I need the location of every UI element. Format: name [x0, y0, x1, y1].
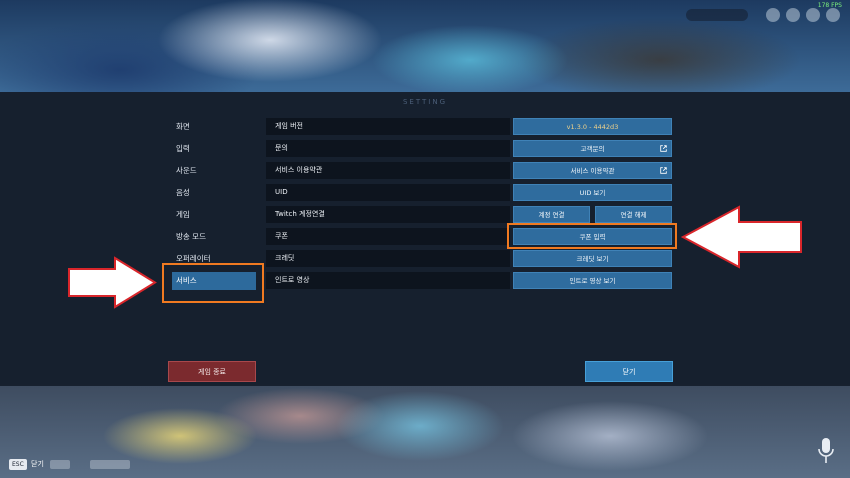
coupon-highlight-box [507, 223, 677, 249]
view-uid-button[interactable]: UID 보기 [513, 184, 672, 201]
menu-item-sound[interactable]: 사운드 [172, 162, 256, 180]
right-pointing-arrow [68, 256, 157, 309]
view-credits-button[interactable]: 크레딧 보기 [513, 250, 672, 267]
service-highlight-box [162, 263, 264, 303]
menu-item-game[interactable]: 게임 [172, 206, 256, 224]
twitch-connect-button[interactable]: 계정 연결 [513, 206, 590, 223]
terms-of-service-button[interactable]: 서비스 이용약관 [513, 162, 672, 179]
blurred-hint [50, 460, 70, 469]
game-version-value: v1.3.0 - 4442d3 [513, 118, 672, 135]
esc-close-label: 닫기 [31, 460, 44, 468]
left-pointing-arrow [681, 205, 802, 269]
external-link-icon [660, 167, 667, 174]
view-intro-video-button[interactable]: 인트로 영상 보기 [513, 272, 672, 289]
row-label-inquiry: 문의 [266, 140, 510, 157]
panel-title: SETTING [402, 98, 448, 106]
row-label-intro-video: 인트로 영상 [266, 272, 510, 289]
row-label-credits: 크레딧 [266, 250, 510, 267]
notification-icon[interactable] [786, 8, 800, 22]
row-label-game-version: 게임 버전 [266, 118, 510, 135]
settings-icon[interactable] [806, 8, 820, 22]
customer-inquiry-button[interactable]: 고객문의 [513, 140, 672, 157]
customer-inquiry-label: 고객문의 [580, 145, 605, 153]
menu-item-input[interactable]: 입력 [172, 140, 256, 158]
row-label-coupon: 쿠폰 [266, 228, 510, 245]
menu-item-display[interactable]: 화면 [172, 118, 256, 136]
profile-icon[interactable] [826, 8, 840, 22]
close-button[interactable]: 닫기 [585, 361, 673, 382]
terms-of-service-label: 서비스 이용약관 [570, 167, 615, 175]
twitch-disconnect-button[interactable]: 연결 해제 [595, 206, 672, 223]
esc-key-hint[interactable]: ESC [9, 459, 27, 470]
menu-icon[interactable] [766, 8, 780, 22]
menu-item-streaming-mode[interactable]: 방송 모드 [172, 228, 256, 246]
blurred-hint [90, 460, 130, 469]
microphone-icon[interactable] [817, 436, 835, 466]
row-label-uid: UID [266, 184, 510, 201]
external-link-icon [660, 145, 667, 152]
menu-item-voice[interactable]: 음성 [172, 184, 256, 202]
quit-game-button[interactable]: 게임 종료 [168, 361, 256, 382]
row-label-twitch: Twitch 계정연결 [266, 206, 510, 223]
currency-bar [686, 9, 748, 21]
row-label-terms: 서비스 이용약관 [266, 162, 510, 179]
